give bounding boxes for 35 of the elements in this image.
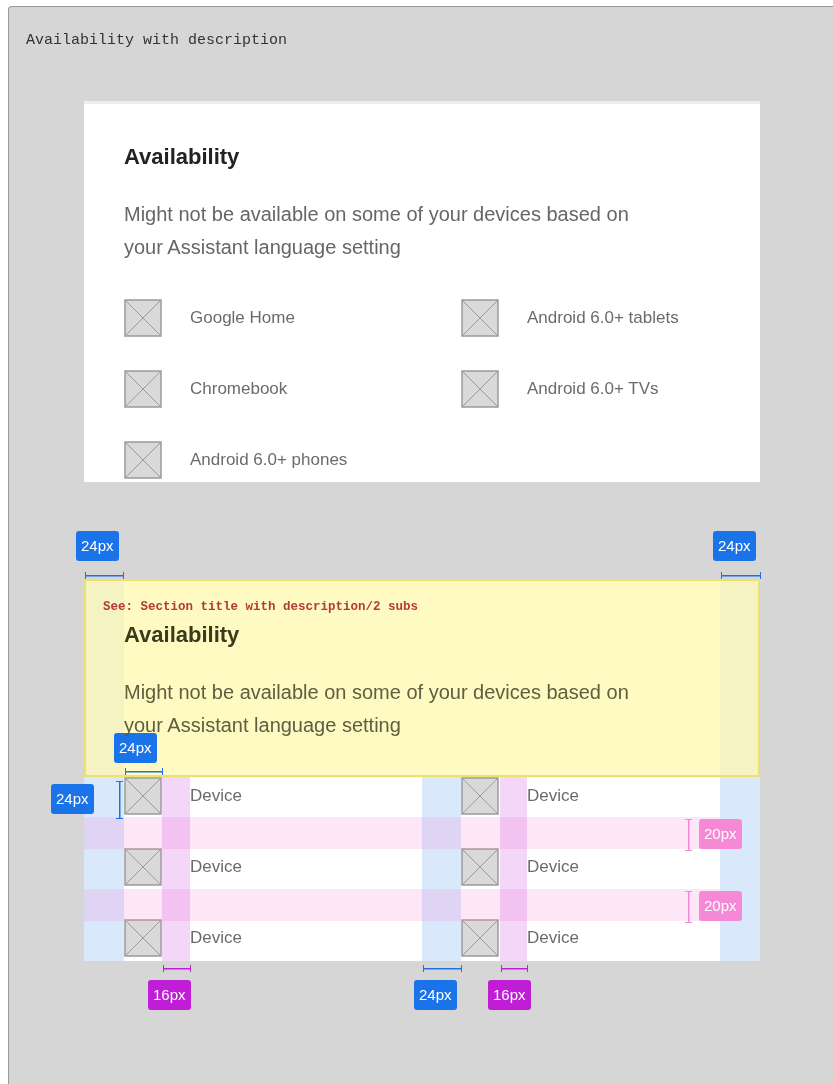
device-label: Android 6.0+ TVs: [527, 378, 659, 401]
section-description: Might not be available on some of your devices based on your Assistant language setting: [124, 202, 630, 260]
section-title: Availability: [124, 621, 241, 649]
image-placeholder-icon: [461, 299, 499, 337]
image-placeholder-icon: [461, 370, 499, 408]
dimension-label: 16px: [488, 980, 531, 1010]
device-label: Device: [190, 785, 242, 808]
dimension-label: 24px: [51, 784, 94, 814]
note-text: See: Section title with description/2 subs: [103, 599, 419, 616]
dimension-label: 24px: [414, 980, 457, 1010]
device-label: Google Home: [190, 307, 295, 330]
dimension-label: 20px: [699, 819, 742, 849]
image-placeholder-icon: [124, 848, 162, 886]
device-label: Device: [190, 927, 242, 950]
device-label: Android 6.0+ phones: [190, 449, 348, 472]
dimension-label: 24px: [713, 531, 756, 561]
image-placeholder-icon: [124, 441, 162, 479]
device-label: Android 6.0+ tablets: [527, 307, 679, 330]
device-label: Device: [190, 856, 242, 879]
image-placeholder-icon: [461, 777, 499, 815]
image-placeholder-icon: [461, 848, 499, 886]
section-title: Availability: [124, 143, 241, 171]
device-label: Device: [527, 856, 579, 879]
image-placeholder-icon: [124, 919, 162, 957]
image-placeholder-icon: [124, 777, 162, 815]
device-label: Device: [527, 927, 579, 950]
frame-title: Availability with description: [26, 31, 288, 51]
image-placeholder-icon: [124, 370, 162, 408]
image-placeholder-icon: [461, 919, 499, 957]
device-label: Chromebook: [190, 378, 288, 401]
device-label: Device: [527, 785, 579, 808]
dimension-label: 16px: [148, 980, 191, 1010]
image-placeholder-icon: [124, 299, 162, 337]
dimension-label: 20px: [699, 891, 742, 921]
dimension-label: 24px: [76, 531, 119, 561]
